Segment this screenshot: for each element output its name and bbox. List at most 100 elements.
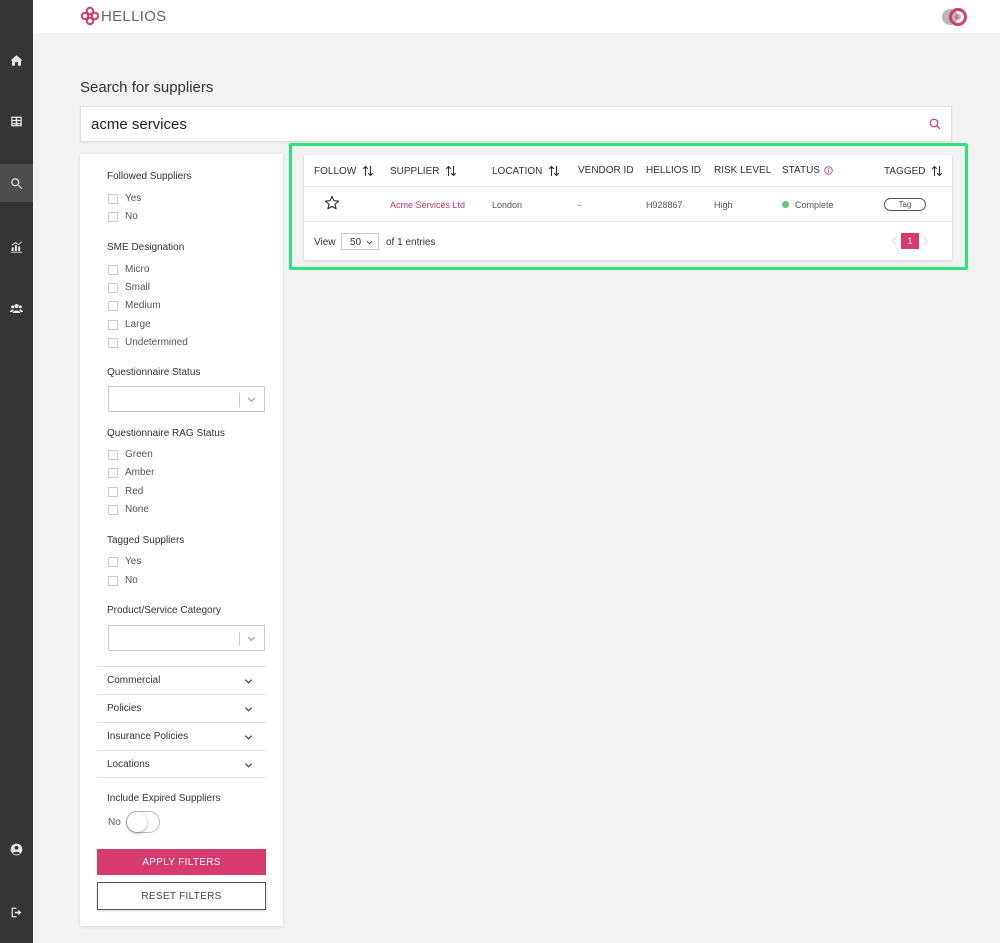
filter-sme-medium[interactable]: Medium [108,300,161,311]
brand-logo[interactable]: HELLIOS [80,6,166,26]
user-circle-icon [10,843,23,855]
checkbox[interactable] [108,282,118,293]
filter-tagged-no[interactable]: No [108,575,138,586]
checkbox[interactable] [108,300,118,311]
current-page-button[interactable]: 1 [901,233,919,249]
filter-rag-green[interactable]: Green [108,449,153,460]
table-icon [11,116,22,126]
chevron-down-icon [247,636,256,642]
supplier-name-link[interactable]: Acme Services Ltd [390,200,465,210]
search-icon [11,177,23,189]
column-header-hellios-id: HELLIOS ID [646,165,702,176]
accordion-policies[interactable]: Policies [97,694,266,722]
chevron-down-icon [244,707,253,712]
nav-users[interactable] [0,289,33,327]
sort-icon[interactable] [362,165,374,177]
column-header-location[interactable]: LOCATION [492,165,560,177]
checkbox[interactable] [108,319,118,330]
include-expired-toggle[interactable] [126,811,160,833]
view-label: View [314,237,336,248]
logout-icon [11,907,22,917]
nav-search[interactable] [0,164,33,202]
category-select[interactable] [108,625,265,651]
accordion-commercial[interactable]: Commercial [97,666,266,694]
filter-rag-none[interactable]: None [108,504,149,515]
chevron-down-icon [247,397,256,403]
column-header-follow[interactable]: FOLLOW [314,165,374,177]
tag-button[interactable]: Tag [884,198,926,211]
page-size-select[interactable]: 50 [341,233,379,250]
supplier-search-box [80,106,952,142]
prev-page-icon[interactable] [891,236,898,246]
search-icon[interactable] [929,118,941,130]
filter-sme-large[interactable]: Large [108,319,151,330]
checkbox[interactable] [108,504,118,515]
star-icon[interactable] [324,195,340,211]
top-bar: HELLIOS [33,0,1000,33]
chevron-down-icon [244,679,253,684]
filter-sme-small[interactable]: Small [108,282,150,293]
entries-count: of 1 entries [386,237,436,248]
chevron-down-icon [244,735,253,740]
filter-heading-rag: Questionnaire RAG Status [107,428,225,439]
checkbox[interactable] [108,556,118,567]
filter-heading-category: Product/Service Category [107,605,221,616]
nav-logout[interactable] [0,893,33,931]
home-icon [10,54,23,66]
info-icon[interactable] [824,166,833,175]
checkbox[interactable] [108,193,118,204]
sort-icon[interactable] [445,165,457,177]
filter-rag-amber[interactable]: Amber [108,467,154,478]
nav-home[interactable] [0,41,33,79]
select-divider [239,632,240,646]
filter-followed-no[interactable]: No [108,211,138,222]
filter-heading-tagged: Tagged Suppliers [107,535,185,546]
nav-analytics[interactable] [0,227,33,265]
filter-heading-questionnaire-status: Questionnaire Status [107,367,201,378]
sort-icon[interactable] [931,165,943,177]
cell-status: Complete [782,200,834,210]
hellios-logo-icon [80,6,100,26]
chevron-down-icon [366,240,373,245]
checkbox[interactable] [108,467,118,478]
filter-rag-red[interactable]: Red [108,486,143,497]
cell-location: London [492,200,523,210]
filter-tagged-yes[interactable]: Yes [108,556,141,567]
filter-sme-undetermined[interactable]: Undetermined [108,337,188,348]
results-table: FOLLOW SUPPLIER LOCATION VENDOR ID HELLI… [304,155,952,260]
nav-dashboard[interactable] [0,102,33,140]
filter-panel: Followed Suppliers Yes No SME Designatio… [80,154,283,926]
accordion-locations[interactable]: Locations [97,750,266,778]
expired-toggle-label: No [108,817,121,828]
filter-sme-micro[interactable]: Micro [108,264,149,275]
side-nav [0,0,33,943]
column-header-risk-level: RISK LEVEL [714,165,772,176]
filter-heading-followed: Followed Suppliers [107,171,192,182]
column-header-tagged[interactable]: TAGGED [884,165,943,177]
reset-filters-button[interactable]: RESET FILTERS [97,882,266,910]
cell-hellios-id: H928867 [646,200,683,210]
checkbox[interactable] [108,264,118,275]
nav-account[interactable] [0,830,33,868]
next-page-icon[interactable] [922,236,929,246]
chart-icon [10,240,23,253]
cell-risk-level: High [714,200,733,210]
apply-filters-button[interactable]: APPLY FILTERS [97,849,266,875]
filter-followed-yes[interactable]: Yes [108,193,141,204]
filter-heading-expired: Include Expired Suppliers [107,793,221,804]
brand-name: HELLIOS [101,7,167,25]
column-header-supplier[interactable]: SUPPLIER [390,165,457,177]
checkbox[interactable] [108,575,118,586]
checkbox[interactable] [108,337,118,348]
user-avatar-icon[interactable] [940,7,968,27]
filter-heading-sme: SME Designation [107,242,185,253]
accordion-insurance-policies[interactable]: Insurance Policies [97,722,266,750]
status-complete-dot [782,201,789,208]
users-icon [10,303,23,313]
sort-icon[interactable] [548,165,560,177]
checkbox[interactable] [108,449,118,460]
supplier-search-input[interactable] [91,107,911,141]
checkbox[interactable] [108,486,118,497]
questionnaire-status-select[interactable] [108,386,265,412]
checkbox[interactable] [108,211,118,222]
